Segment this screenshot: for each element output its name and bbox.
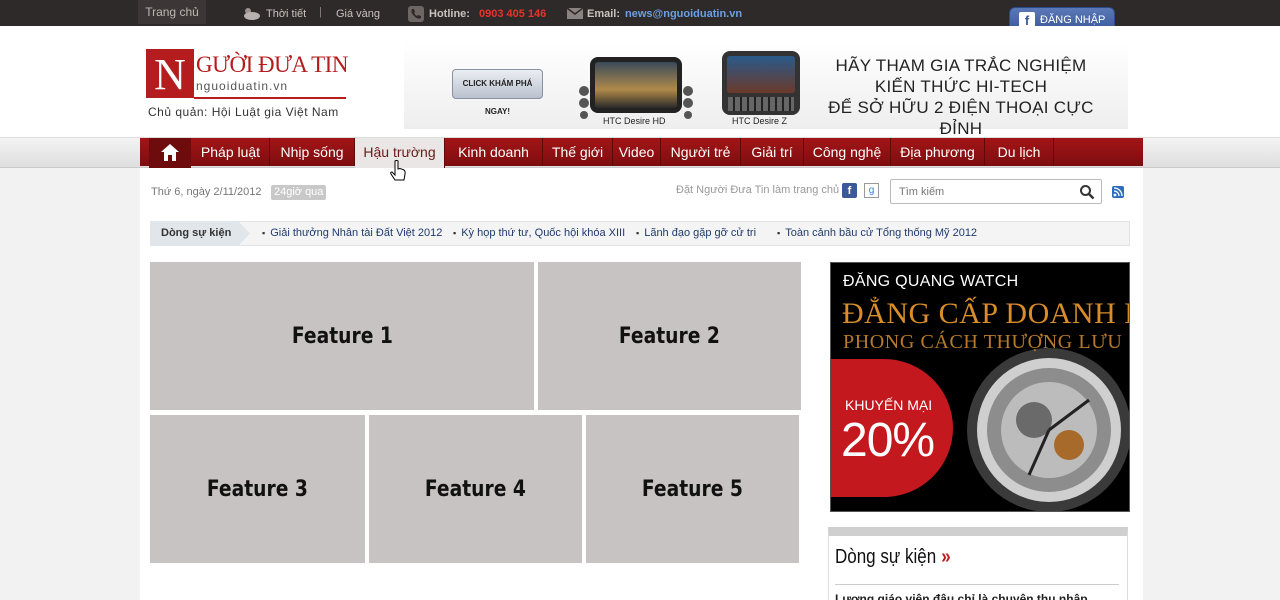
header-banner-ad[interactable]: CLICK KHÁM PHÁ NGAY! HTC Desire HD HTC D… bbox=[404, 41, 1128, 138]
nav-item-video[interactable]: Video bbox=[613, 138, 661, 166]
google-share-icon[interactable]: g bbox=[864, 183, 879, 198]
logo-name: GƯỜI ĐƯA TIN bbox=[196, 52, 348, 77]
email-label: Email: bbox=[587, 8, 621, 20]
phone1-caption: HTC Desire HD bbox=[603, 116, 666, 126]
home-icon bbox=[161, 144, 179, 161]
event-link[interactable]: Kỳ họp thứ tư, Quốc hội khóa XIII bbox=[453, 222, 625, 245]
nav-item-phap-luat[interactable]: Pháp luật bbox=[192, 138, 270, 166]
gold-price-link[interactable]: Giá vàng bbox=[336, 0, 380, 26]
nav-item-the-gioi[interactable]: Thế giới bbox=[543, 138, 613, 166]
current-date: Thứ 6, ngày 2/11/2012 bbox=[151, 186, 262, 198]
top-bar: Trang chủ Thời tiết | Giá vàng Hotline: … bbox=[0, 0, 1280, 32]
hotline-number[interactable]: 0903 405 146 bbox=[479, 0, 546, 26]
nav-item-dia-phuong[interactable]: Địa phương bbox=[891, 138, 985, 166]
feature-5[interactable]: Feature 5 bbox=[586, 415, 799, 563]
main-content: Thứ 6, ngày 2/11/2012 24giờ qua Đặt Ngườ… bbox=[140, 168, 1143, 600]
chevron-right-icon: » bbox=[941, 546, 951, 568]
email-link[interactable]: news@nguoiduatin.vn bbox=[625, 0, 742, 26]
nav-home-button[interactable] bbox=[149, 138, 191, 169]
search-box bbox=[890, 179, 1102, 204]
speaker-icon bbox=[579, 86, 589, 119]
ad-brand: ĐĂNG QUANG WATCH bbox=[843, 273, 1019, 290]
nav-item-giai-tri[interactable]: Giải trí bbox=[741, 138, 804, 166]
top-home-link[interactable]: Trang chủ bbox=[138, 0, 206, 24]
nav-bar: Pháp luật Nhịp sống Hậu trường Kinh doan… bbox=[140, 138, 1143, 169]
phone2-caption: HTC Desire Z bbox=[732, 116, 788, 126]
logo-rule bbox=[194, 97, 346, 99]
watch-image bbox=[967, 348, 1129, 511]
logo-letter: N bbox=[146, 49, 194, 99]
banner-slogan: HÃY THAM GIA TRẮC NGHIỆM KIẾN THỨC HI-TE… bbox=[828, 56, 1094, 138]
events-sidebox: Dòng sự kiện» Lương giáo viên đâu chỉ là… bbox=[828, 527, 1128, 600]
hotline-label: Hotline: bbox=[429, 8, 470, 20]
hand-cursor-icon bbox=[390, 160, 406, 181]
search-icon[interactable] bbox=[1079, 184, 1095, 200]
event-link[interactable]: Lãnh đạo gặp gỡ cử tri bbox=[636, 222, 756, 245]
sidebox-first-item[interactable]: Lương giáo viên đâu chỉ là chuyện thu nh… bbox=[835, 592, 1088, 600]
nav-item-kinh-doanh[interactable]: Kinh doanh bbox=[445, 138, 543, 166]
htc-desire-hd-image bbox=[590, 57, 682, 113]
nav-item-nguoi-tre[interactable]: Người trẻ bbox=[661, 138, 741, 166]
search-input[interactable] bbox=[899, 184, 1069, 200]
weather-icon bbox=[244, 8, 260, 20]
watch-ad[interactable]: ĐĂNG QUANG WATCH ĐẲNG CẤP DOANH NHÂN PHO… bbox=[830, 262, 1130, 512]
ad-promo-percent: 20% bbox=[841, 414, 935, 467]
htc-desire-z-image bbox=[722, 51, 800, 115]
events-label: Dòng sự kiện bbox=[150, 221, 250, 246]
events-bar: Dòng sự kiện Giải thưởng Nhân tài Đất Vi… bbox=[150, 221, 1130, 246]
weather-link[interactable]: Thời tiết bbox=[266, 0, 306, 26]
header: N GƯỜI ĐƯA TIN nguoiduatin.vn Chủ quản: … bbox=[0, 26, 1280, 138]
facebook-login-label: ĐĂNG NHẬP bbox=[1040, 14, 1106, 26]
24h-badge[interactable]: 24giờ qua bbox=[271, 185, 327, 200]
sidebox-title[interactable]: Dòng sự kiện» bbox=[835, 546, 951, 569]
nav-item-cong-nghe[interactable]: Công nghệ bbox=[804, 138, 891, 166]
logo-domain: nguoiduatin.vn bbox=[196, 79, 289, 93]
speaker-icon bbox=[683, 86, 693, 119]
main-nav: Pháp luật Nhịp sống Hậu trường Kinh doan… bbox=[0, 138, 1280, 169]
sidebox-divider bbox=[835, 584, 1119, 585]
mail-icon bbox=[567, 8, 583, 19]
ad-promo-label: KHUYẾN MẠI bbox=[845, 397, 933, 413]
event-link[interactable]: Toàn cảnh bầu cử Tổng thống Mỹ 2012 bbox=[777, 222, 977, 245]
feature-4[interactable]: Feature 4 bbox=[369, 415, 582, 563]
facebook-share-icon[interactable]: f bbox=[842, 183, 857, 198]
phone-icon bbox=[408, 6, 424, 22]
topbar-separator: | bbox=[319, 6, 322, 18]
ad-subheadline: PHONG CÁCH THƯỢNG LƯU bbox=[843, 331, 1123, 353]
set-homepage-link[interactable]: Đặt Người Đưa Tin làm trang chủ bbox=[676, 184, 839, 196]
ad-headline: ĐẲNG CẤP DOANH NHÂN bbox=[842, 297, 1129, 330]
logo-owner: Chủ quản: Hội Luật gia Việt Nam bbox=[148, 105, 339, 119]
nav-item-du-lich[interactable]: Du lịch bbox=[985, 138, 1054, 166]
nav-item-nhip-song[interactable]: Nhịp sống bbox=[270, 138, 355, 166]
feature-2[interactable]: Feature 2 bbox=[538, 262, 801, 410]
event-link[interactable]: Giải thưởng Nhân tài Đất Việt 2012 bbox=[262, 222, 442, 245]
banner-cta-button[interactable]: CLICK KHÁM PHÁ NGAY! bbox=[452, 69, 543, 116]
rss-icon[interactable] bbox=[1112, 186, 1124, 198]
feature-3[interactable]: Feature 3 bbox=[150, 415, 365, 563]
feature-1[interactable]: Feature 1 bbox=[150, 262, 534, 410]
